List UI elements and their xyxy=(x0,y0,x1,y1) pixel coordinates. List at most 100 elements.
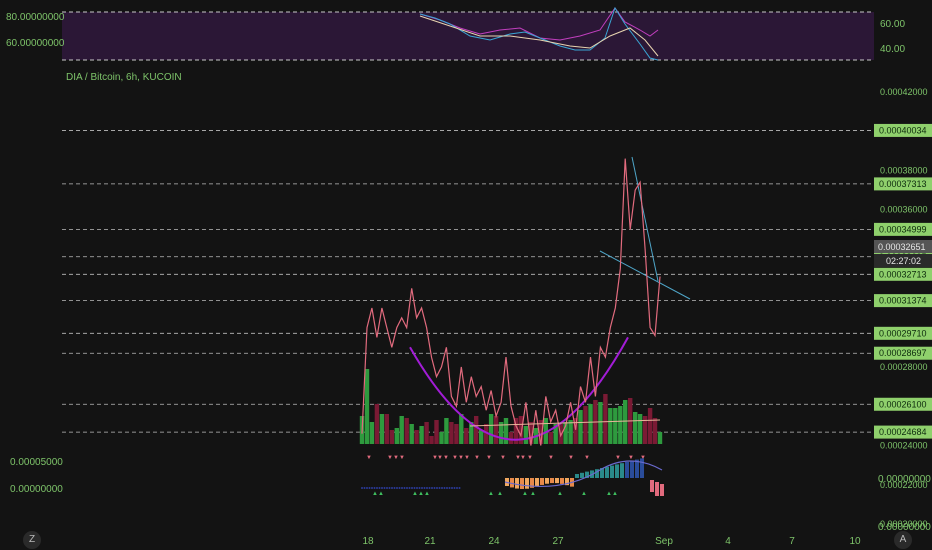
zoom-z-button[interactable]: Z xyxy=(23,531,41,549)
x-tick-7: 10 xyxy=(849,536,861,547)
osc-dot-23 xyxy=(418,487,421,489)
osc-dot-5 xyxy=(373,487,376,489)
level-label-9: 0.00024684 xyxy=(879,427,927,437)
volume-bar-27 xyxy=(493,416,499,444)
buy-marker-9: ▲ xyxy=(557,491,563,497)
volume-bar-56 xyxy=(637,414,643,444)
volume-bar-10 xyxy=(409,424,414,444)
x-tick-4: Sep xyxy=(655,536,673,547)
level-label-2: 0.00034999 xyxy=(879,224,927,234)
osc-dot-30 xyxy=(436,487,438,489)
sell-marker-12: ▼ xyxy=(500,455,506,461)
volume-bar-12 xyxy=(419,426,424,444)
osc-dot-3 xyxy=(368,487,371,489)
osc-hist-neg-9 xyxy=(550,478,554,484)
buy-marker-1: ▲ xyxy=(378,491,384,497)
volume-bar-24 xyxy=(479,430,484,444)
x-tick-5: 4 xyxy=(725,536,731,547)
osc-dot-21 xyxy=(413,487,416,489)
buy-marker-7: ▲ xyxy=(522,491,528,497)
osc-dot-22 xyxy=(416,487,418,489)
osc-dot-12 xyxy=(391,487,393,489)
x-tick-2: 24 xyxy=(488,536,500,547)
osc-hist-pos-10 xyxy=(625,462,629,478)
trendline-lower xyxy=(599,250,691,300)
volume-bar-20 xyxy=(459,414,464,444)
volume-bar-42 xyxy=(568,420,573,444)
osc-dot-32 xyxy=(441,487,443,489)
osc-dot-1 xyxy=(363,487,366,489)
osc-dot-24 xyxy=(421,487,423,489)
price-tick-0: 0.00042000 xyxy=(880,87,928,97)
volume-bar-53 xyxy=(623,400,628,444)
price-tick-1: 0.00038000 xyxy=(880,165,928,175)
price-line xyxy=(361,158,661,446)
volume-bar-1 xyxy=(364,369,370,444)
osc-dot-11 xyxy=(388,487,391,489)
osc-dot-19 xyxy=(408,487,411,489)
level-label-4: 0.00032713 xyxy=(879,269,927,279)
auto-scale-a-button[interactable]: A xyxy=(894,531,912,549)
sell-marker-9: ▼ xyxy=(464,455,470,461)
osc-hist-neg-6 xyxy=(535,478,539,487)
osc-hist-pos-11 xyxy=(630,460,634,478)
volume-bar-11 xyxy=(414,430,419,444)
volume-bar-38 xyxy=(548,432,553,444)
volume-bar-21 xyxy=(464,428,469,444)
rsi-panel xyxy=(62,12,874,60)
osc-dot-18 xyxy=(406,487,408,489)
osc-dot-2 xyxy=(366,487,368,489)
osc-hist-pos-0 xyxy=(575,474,579,478)
volume-bar-13 xyxy=(424,422,429,444)
price-tick-3: 0.00028000 xyxy=(880,362,928,372)
volume-bar-14 xyxy=(429,436,434,444)
osc-hist-pos-7 xyxy=(610,465,614,478)
rsi-right-label-40: 40.00 xyxy=(880,44,905,55)
volume-bar-30 xyxy=(508,432,514,444)
buy-marker-12: ▲ xyxy=(612,491,618,497)
sell-marker-10: ▼ xyxy=(474,455,480,461)
osc-dot-39 xyxy=(458,487,461,489)
level-label-5: 0.00031374 xyxy=(879,296,927,306)
osc-hist-pos-9 xyxy=(620,463,624,478)
volume-bar-16 xyxy=(439,432,444,444)
volume-bar-44 xyxy=(578,410,583,444)
osc-right-label-zero: 0.00000000 xyxy=(878,474,931,485)
sell-marker-11: ▼ xyxy=(486,455,492,461)
sell-marker-18: ▼ xyxy=(584,455,590,461)
buy-marker-8: ▲ xyxy=(530,491,536,497)
osc-dot-15 xyxy=(398,487,401,489)
volume-bar-9 xyxy=(404,418,409,444)
osc-dot-20 xyxy=(411,487,413,489)
osc-dot-4 xyxy=(371,487,373,489)
sell-marker-20: ▼ xyxy=(628,455,634,461)
osc-dot-28 xyxy=(431,487,433,489)
osc-hist-pos-1 xyxy=(580,472,584,478)
osc-dot-37 xyxy=(453,487,456,489)
volume-bar-5 xyxy=(384,414,389,444)
volume-bar-51 xyxy=(613,408,618,444)
osc-dot-29 xyxy=(433,487,436,489)
volume-bar-2 xyxy=(369,422,375,444)
price-tick-4: 0.00024000 xyxy=(880,441,928,451)
osc-dot-35 xyxy=(448,487,451,489)
x-tick-0: 18 xyxy=(362,536,374,547)
osc-dot-13 xyxy=(393,487,396,489)
sell-marker-15: ▼ xyxy=(527,455,533,461)
rsi-right-label-60: 60.00 xyxy=(880,19,905,30)
osc-dot-10 xyxy=(386,487,388,489)
volume-bar-52 xyxy=(618,406,623,444)
volume-bar-60 xyxy=(657,432,663,444)
level-label-8: 0.00026100 xyxy=(879,399,927,409)
rsi-left-label-80: 80.00000000 xyxy=(6,12,65,23)
buy-marker-6: ▲ xyxy=(497,491,503,497)
level-label-6: 0.00029710 xyxy=(879,328,927,338)
osc-dot-38 xyxy=(456,487,458,489)
osc-hist-neg-4 xyxy=(525,478,529,489)
price-tick-2: 0.00036000 xyxy=(880,205,928,215)
sell-marker-6: ▼ xyxy=(443,455,449,461)
osc-dot-25 xyxy=(423,487,426,489)
osc-hist-pos-6 xyxy=(605,466,609,478)
volume-bar-4 xyxy=(379,414,385,444)
sell-marker-14: ▼ xyxy=(520,455,526,461)
